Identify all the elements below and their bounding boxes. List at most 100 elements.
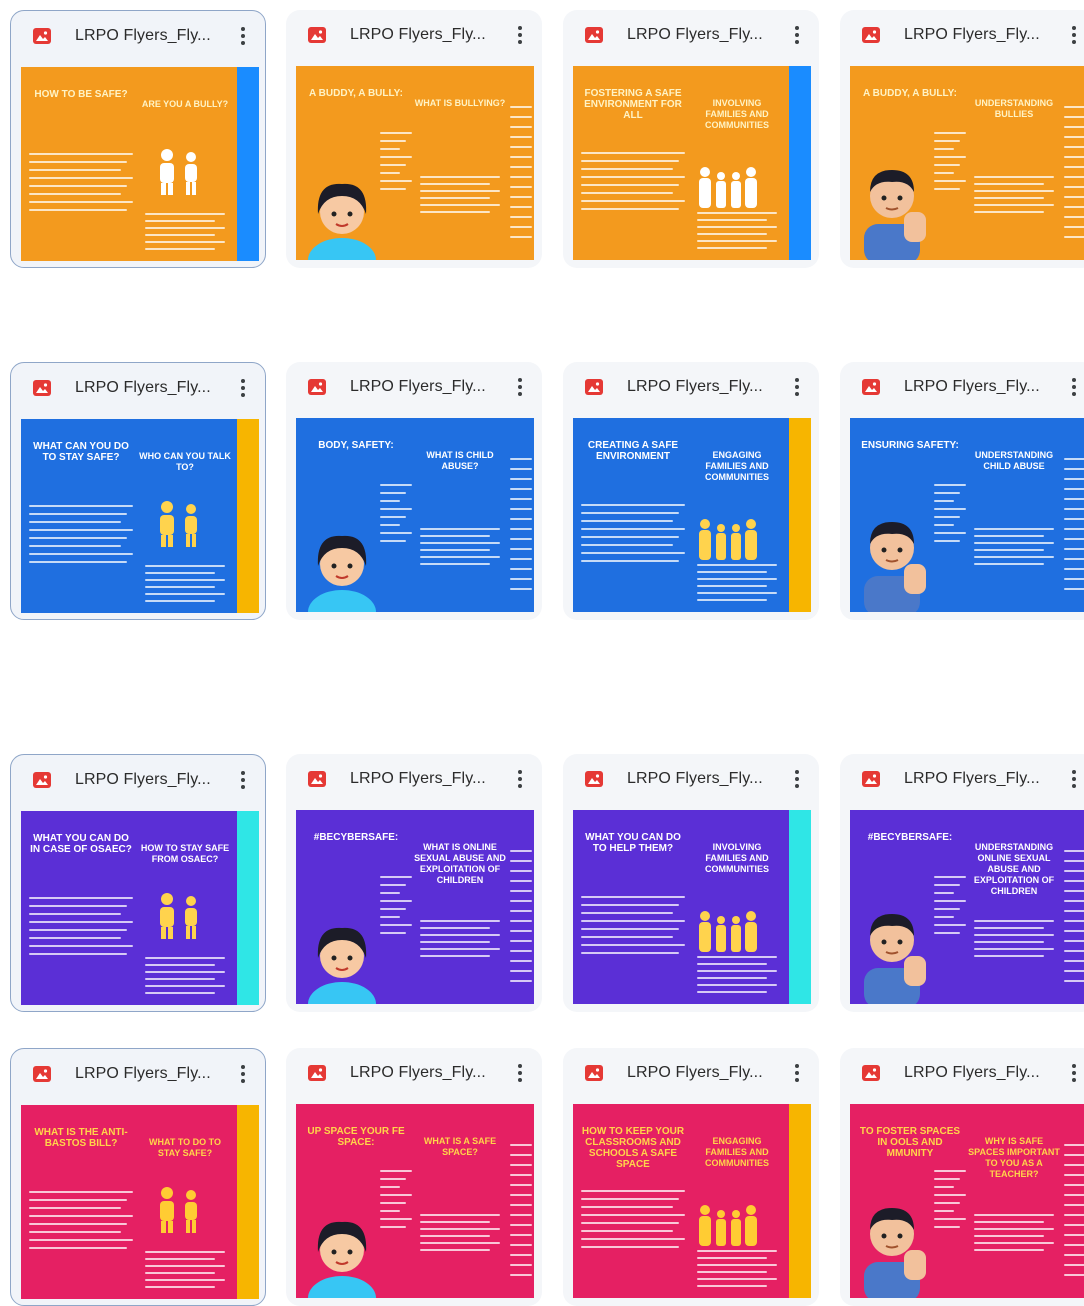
file-name[interactable]: LRPO Flyers_Fly... [350,378,486,396]
thumbnail-text-line [934,1194,966,1196]
file-card[interactable]: LRPO Flyers_Fly... WHAT CAN YOU DO TO STA… [10,362,266,620]
file-thumbnail[interactable]: #BECYBERSAFE: WHAT IS ONLINE SEXUAL ABUSE… [296,810,534,1004]
file-card[interactable]: LRPO Flyers_Fly... #BECYBERSAFE: WHAT IS O… [286,754,542,1012]
file-card[interactable]: LRPO Flyers_Fly... ENSURING SAFETY: UNDERS… [840,362,1084,620]
thumbnail-text-line [380,932,406,934]
file-card[interactable]: LRPO Flyers_Fly... FOSTERING A SAFE ENVIR… [563,10,819,268]
thumbnail-heading-middle: WHAT IS A SAFE SPACE? [423,1136,497,1157]
file-card[interactable]: LRPO Flyers_Fly... UP SPACE YOUR FE SPACE… [286,1048,542,1306]
file-card[interactable]: LRPO Flyers_Fly... HOW TO KEEP YOUR CLASS… [563,1048,819,1306]
more-vert-icon[interactable] [1062,22,1084,48]
more-vert-icon[interactable] [508,22,532,48]
thumbnail-text-line [697,226,777,228]
file-thumbnail[interactable]: #BECYBERSAFE: UNDERSTANDING ONLINE SEXUAL… [850,810,1084,1004]
file-card[interactable]: LRPO Flyers_Fly... WHAT YOU CAN DO IN CAS… [10,754,266,1012]
thumbnail-text-line [1064,458,1084,460]
thumbnail-text-line [697,1257,767,1259]
more-vert-icon[interactable] [1062,766,1084,792]
file-thumbnail[interactable]: WHAT YOU CAN DO IN CASE OF OSAEC? HOW TO … [21,811,259,1005]
thumbnail-text-line [697,984,777,986]
file-card[interactable]: LRPO Flyers_Fly... WHAT YOU CAN DO TO HEL… [563,754,819,1012]
file-thumbnail[interactable]: WHAT IS THE ANTI-BASTOS BILL? WHAT TO DO … [21,1105,259,1299]
thumbnail-text-line [510,880,532,882]
file-name[interactable]: LRPO Flyers_Fly... [904,26,1040,44]
thumbnail-text-line [934,180,966,182]
thumbnail-text-line [581,1246,679,1248]
file-name[interactable]: LRPO Flyers_Fly... [904,378,1040,396]
file-thumbnail[interactable]: WHAT YOU CAN DO TO HELP THEM? INVOLVING F… [573,810,811,1004]
thumbnail-text-line [974,549,1044,551]
file-name[interactable]: LRPO Flyers_Fly... [904,770,1040,788]
image-file-icon [862,771,880,787]
thumbnail-text-line [29,913,121,915]
file-name[interactable]: LRPO Flyers_Fly... [904,1064,1040,1082]
thumbnail-text-line [510,890,532,892]
thumbnail-text-line [510,1174,532,1176]
file-thumbnail[interactable]: WHAT CAN YOU DO TO STAY SAFE? WHO CAN YOU… [21,419,259,613]
file-name[interactable]: LRPO Flyers_Fly... [75,1065,211,1083]
file-thumbnail[interactable]: HOW TO BE SAFE? ARE YOU A BULLY? [21,67,259,261]
file-name[interactable]: LRPO Flyers_Fly... [350,770,486,788]
file-name[interactable]: LRPO Flyers_Fly... [350,26,486,44]
thumbnail-text-line [974,1214,1054,1216]
more-vert-icon[interactable] [785,374,809,400]
thumbnail-text-line [1064,568,1084,570]
more-vert-icon[interactable] [785,766,809,792]
file-thumbnail[interactable]: HOW TO KEEP YOUR CLASSROOMS AND SCHOOLS … [573,1104,811,1298]
more-vert-icon[interactable] [231,1061,255,1087]
file-thumbnail[interactable]: A BUDDY, A BULLY: WHAT IS BULLYING? [296,66,534,260]
thumbnail-text-line [510,216,532,218]
thumbnail-text-line [934,492,960,494]
file-thumbnail[interactable]: A BUDDY, A BULLY: UNDERSTANDING BULLIES [850,66,1084,260]
more-vert-icon[interactable] [1062,374,1084,400]
more-vert-icon[interactable] [231,767,255,793]
more-vert-icon[interactable] [785,1060,809,1086]
more-vert-icon[interactable] [1062,1060,1084,1086]
more-vert-icon[interactable] [231,375,255,401]
image-file-icon [585,1065,603,1081]
thumbnail-text-line [697,219,767,221]
thumbnail-text-line [1064,900,1084,902]
file-name[interactable]: LRPO Flyers_Fly... [75,379,211,397]
more-vert-icon[interactable] [508,1060,532,1086]
file-thumbnail[interactable]: FOSTERING A SAFE ENVIRONMENT FOR ALL INVO… [573,66,811,260]
file-thumbnail[interactable]: ENSURING SAFETY: UNDERSTANDING CHILD ABUS… [850,418,1084,612]
thumbnail-illustration [302,1210,382,1298]
file-card[interactable]: LRPO Flyers_Fly... BODY, SAFETY: WHAT IS C… [286,362,542,620]
file-card[interactable]: LRPO Flyers_Fly... HOW TO BE SAFE? ARE YOU… [10,10,266,268]
thumbnail-text-line [934,900,966,902]
file-thumbnail[interactable]: TO FOSTER SPACES IN OOLS AND MMUNITY WHY … [850,1104,1084,1298]
file-card[interactable]: LRPO Flyers_Fly... A BUDDY, A BULLY: WHAT … [286,10,542,268]
file-name[interactable]: LRPO Flyers_Fly... [75,771,211,789]
file-thumbnail[interactable]: BODY, SAFETY: WHAT IS CHILD ABUSE? [296,418,534,612]
file-card[interactable]: LRPO Flyers_Fly... WHAT IS THE ANTI-BASTO… [10,1048,266,1306]
file-card[interactable]: LRPO Flyers_Fly... CREATING A SAFE ENVIRO… [563,362,819,620]
thumbnail-side-strip [789,1104,811,1298]
file-card[interactable]: LRPO Flyers_Fly... #BECYBERSAFE: UNDERSTAN… [840,754,1084,1012]
thumbnail-heading-left: ENSURING SAFETY: [861,440,959,451]
file-thumbnail[interactable]: CREATING A SAFE ENVIRONMENT ENGAGING FAMI… [573,418,811,612]
file-card[interactable]: LRPO Flyers_Fly... A BUDDY, A BULLY: UNDER… [840,10,1084,268]
file-name[interactable]: LRPO Flyers_Fly... [627,770,763,788]
file-name[interactable]: LRPO Flyers_Fly... [350,1064,486,1082]
thumbnail-text-line [1064,1264,1084,1266]
thumbnail-text-line [420,556,500,558]
thumbnail-text-line [145,241,225,243]
thumbnail-text-line [934,932,960,934]
file-name[interactable]: LRPO Flyers_Fly... [627,1064,763,1082]
more-vert-icon[interactable] [231,23,255,49]
more-vert-icon[interactable] [785,22,809,48]
file-thumbnail[interactable]: UP SPACE YOUR FE SPACE: WHAT IS A SAFE SP… [296,1104,534,1298]
thumbnail-side-strip [237,419,259,613]
thumbnail-text-line [1064,1164,1084,1166]
thumbnail-text-line [1064,136,1084,138]
thumbnail-text-line [934,1226,960,1228]
more-vert-icon[interactable] [508,374,532,400]
more-vert-icon[interactable] [508,766,532,792]
thumbnail-text-line [1064,498,1084,500]
file-name[interactable]: LRPO Flyers_Fly... [627,26,763,44]
file-card[interactable]: LRPO Flyers_Fly... TO FOSTER SPACES IN OO… [840,1048,1084,1306]
thumbnail-illustration [852,1190,932,1298]
file-name[interactable]: LRPO Flyers_Fly... [627,378,763,396]
file-name[interactable]: LRPO Flyers_Fly... [75,27,211,45]
